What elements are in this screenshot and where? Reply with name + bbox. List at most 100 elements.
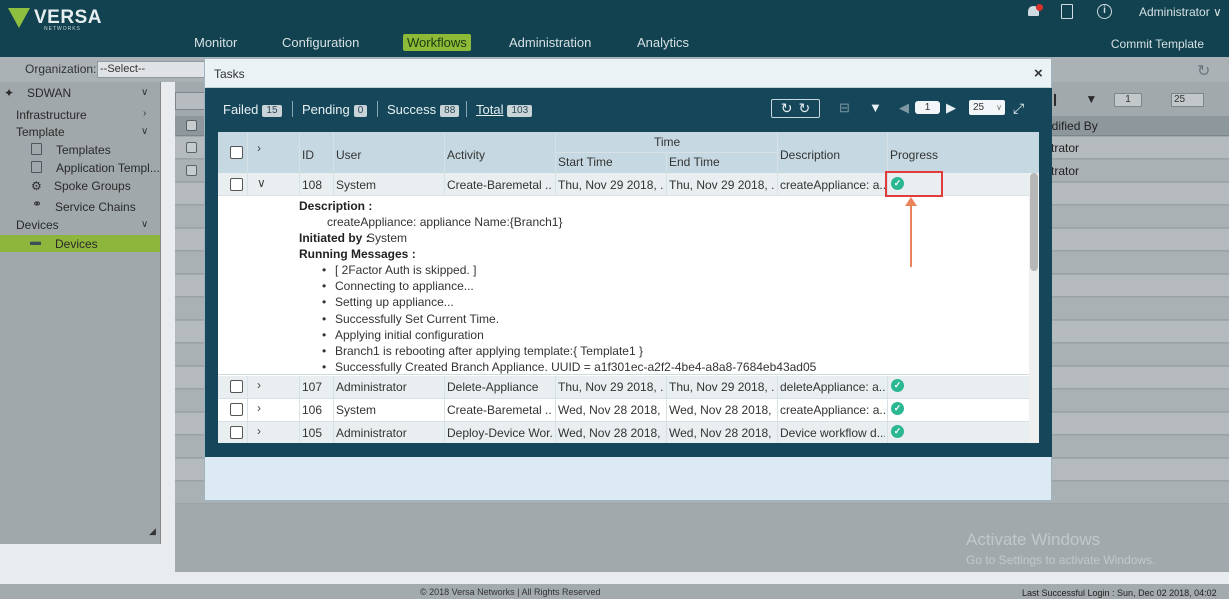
background-page-size-select[interactable]: 25 — [1171, 93, 1204, 107]
column-activity[interactable]: Activity — [447, 148, 485, 162]
description-text: createAppliance: appliance Name:{Branch1… — [327, 215, 563, 229]
divider — [377, 101, 378, 117]
sidebar-item-template[interactable]: Template — [16, 125, 65, 139]
chevron-right-icon[interactable]: › — [143, 108, 146, 119]
user-menu[interactable]: Administrator ∨ — [1139, 5, 1222, 19]
bell-icon[interactable] — [1027, 4, 1043, 18]
chevron-right-icon[interactable]: › — [257, 141, 261, 155]
table-row[interactable]: › 105 Administrator Deploy-Device Wor...… — [218, 422, 1030, 443]
select-all-checkbox[interactable] — [230, 146, 243, 159]
running-messages-label: Running Messages : — [299, 247, 416, 261]
cell-start-time: Wed, Nov 28 2018, ... — [558, 403, 664, 417]
nav-analytics[interactable]: Analytics — [637, 35, 689, 50]
column-progress[interactable]: Progress — [890, 148, 938, 162]
success-label: Success — [387, 102, 437, 117]
nav-configuration[interactable]: Configuration — [282, 35, 359, 50]
total-filter[interactable]: Total 103 — [476, 102, 533, 117]
initiated-by-value: System — [367, 231, 408, 245]
column-end-time[interactable]: End Time — [669, 155, 720, 169]
cell-description: createAppliance: a... — [780, 178, 885, 192]
column-id[interactable]: ID — [302, 148, 314, 162]
chevron-down-icon[interactable]: ∨ — [141, 87, 148, 98]
close-icon[interactable]: × — [1034, 65, 1043, 82]
row-checkbox[interactable] — [230, 403, 243, 416]
chevron-down-icon[interactable]: ∨ — [141, 219, 148, 230]
scrollbar-thumb[interactable] — [1030, 173, 1038, 271]
success-filter[interactable]: Success 88 — [387, 102, 460, 117]
collapse-all-icon[interactable]: ⊟ — [839, 100, 850, 116]
cell-user: System — [336, 403, 377, 417]
chevron-right-icon[interactable]: › — [257, 401, 261, 415]
page-number-input[interactable]: 1 — [915, 101, 940, 114]
row-checkbox[interactable] — [230, 178, 243, 191]
refresh-icon[interactable]: ↻ — [1197, 61, 1210, 81]
select-all-checkbox[interactable] — [186, 120, 197, 131]
info-icon[interactable]: i — [1097, 4, 1112, 19]
cell-id: 105 — [302, 426, 323, 440]
table-row[interactable]: › 106 System Create-Baremetal ... Wed, N… — [218, 399, 1030, 422]
sidebar: ✦ SDWAN ∨ Infrastructure › Template ∨ Te… — [0, 82, 161, 544]
table-row[interactable]: › 107 Administrator Delete-Appliance Thu… — [218, 376, 1030, 399]
cell-id: 106 — [302, 403, 323, 417]
chevron-down-icon[interactable]: ∨ — [257, 176, 266, 190]
resize-handle-icon[interactable]: ◢ — [149, 526, 156, 537]
cell-activity: Create-Baremetal ... — [447, 178, 552, 192]
failed-label: Failed — [223, 102, 259, 117]
failed-filter[interactable]: Failed 15 — [223, 102, 282, 117]
filter-icon[interactable]: ▼ — [869, 100, 882, 115]
sidebar-item-spoke-groups[interactable]: Spoke Groups — [54, 179, 131, 193]
column-user[interactable]: User — [336, 148, 361, 162]
column-description[interactable]: Description — [780, 148, 840, 162]
progress-highlight-box — [885, 171, 943, 197]
sidebar-item-sdwan[interactable]: SDWAN — [27, 86, 71, 100]
divider — [466, 101, 467, 117]
description-label: Description : — [299, 199, 373, 213]
sidebar-item-infrastructure[interactable]: Infrastructure — [16, 108, 87, 122]
message-item: [ 2Factor Auth is skipped. ] — [322, 263, 476, 277]
modal-titlebar: Tasks × — [205, 59, 1051, 88]
chevron-right-icon[interactable]: › — [257, 424, 261, 438]
row-checkbox[interactable] — [186, 165, 197, 176]
sidebar-item-application-templates[interactable]: Application Templ... — [56, 161, 160, 175]
cell-id: 108 — [302, 178, 323, 192]
page-size-select[interactable]: 25 ∨ — [969, 100, 1005, 115]
column-start-time[interactable]: Start Time — [558, 155, 613, 169]
copyright-text: © 2018 Versa Networks | All Rights Reser… — [420, 587, 601, 597]
table-header: › ID User Activity Time Start Time End T… — [218, 132, 1039, 173]
filter-icon[interactable]: ▼ — [1085, 92, 1097, 106]
chevron-right-icon[interactable]: › — [257, 378, 261, 392]
sidebar-item-devices[interactable]: ▬ Devices — [0, 235, 160, 252]
refresh-button[interactable]: ↻ ↻ — [771, 99, 820, 118]
sidebar-item-devices-group[interactable]: Devices — [16, 218, 59, 232]
cell-end-time: Wed, Nov 28 2018, ... — [669, 403, 775, 417]
row-checkbox[interactable] — [230, 380, 243, 393]
nav-workflows[interactable]: Workflows — [403, 34, 471, 51]
sidebar-item-service-chains[interactable]: Service Chains — [55, 200, 136, 214]
previous-page-icon[interactable]: ◀ — [899, 100, 909, 116]
nav-monitor[interactable]: Monitor — [194, 35, 237, 50]
chevron-down-icon[interactable]: ∨ — [141, 126, 148, 137]
notification-badge — [1036, 4, 1043, 11]
pending-filter[interactable]: Pending 0 — [302, 102, 368, 117]
message-item: Branch1 is rebooting after applying temp… — [322, 344, 643, 358]
background-page-input[interactable]: 1 — [1114, 93, 1142, 107]
expand-icon[interactable]: ⤢ — [1013, 100, 1024, 117]
cell-description: Device workflow d... — [780, 426, 885, 440]
cell-end-time: Thu, Nov 29 2018, ... — [669, 178, 775, 192]
row-checkbox[interactable] — [186, 142, 197, 153]
cell-user: System — [336, 178, 377, 192]
cell-activity: Create-Baremetal ... — [447, 403, 552, 417]
modified-by-header: odified By — [1045, 119, 1098, 133]
cell-id: 107 — [302, 380, 323, 394]
success-check-icon: ✓ — [891, 425, 904, 438]
sidebar-item-templates[interactable]: Templates — [56, 143, 111, 157]
document-icon[interactable] — [1061, 4, 1073, 19]
next-page-icon[interactable]: ▶ — [946, 100, 956, 116]
cell-start-time: Thu, Nov 29 2018, ... — [558, 178, 664, 192]
commit-template-button[interactable]: Commit Template — [1111, 37, 1204, 51]
row-checkbox[interactable] — [230, 426, 243, 439]
organization-select[interactable]: --Select-- — [97, 61, 207, 78]
devices-icon: ▬ — [30, 236, 41, 248]
nav-administration[interactable]: Administration — [509, 35, 591, 50]
page-size-value: 25 — [973, 102, 985, 113]
